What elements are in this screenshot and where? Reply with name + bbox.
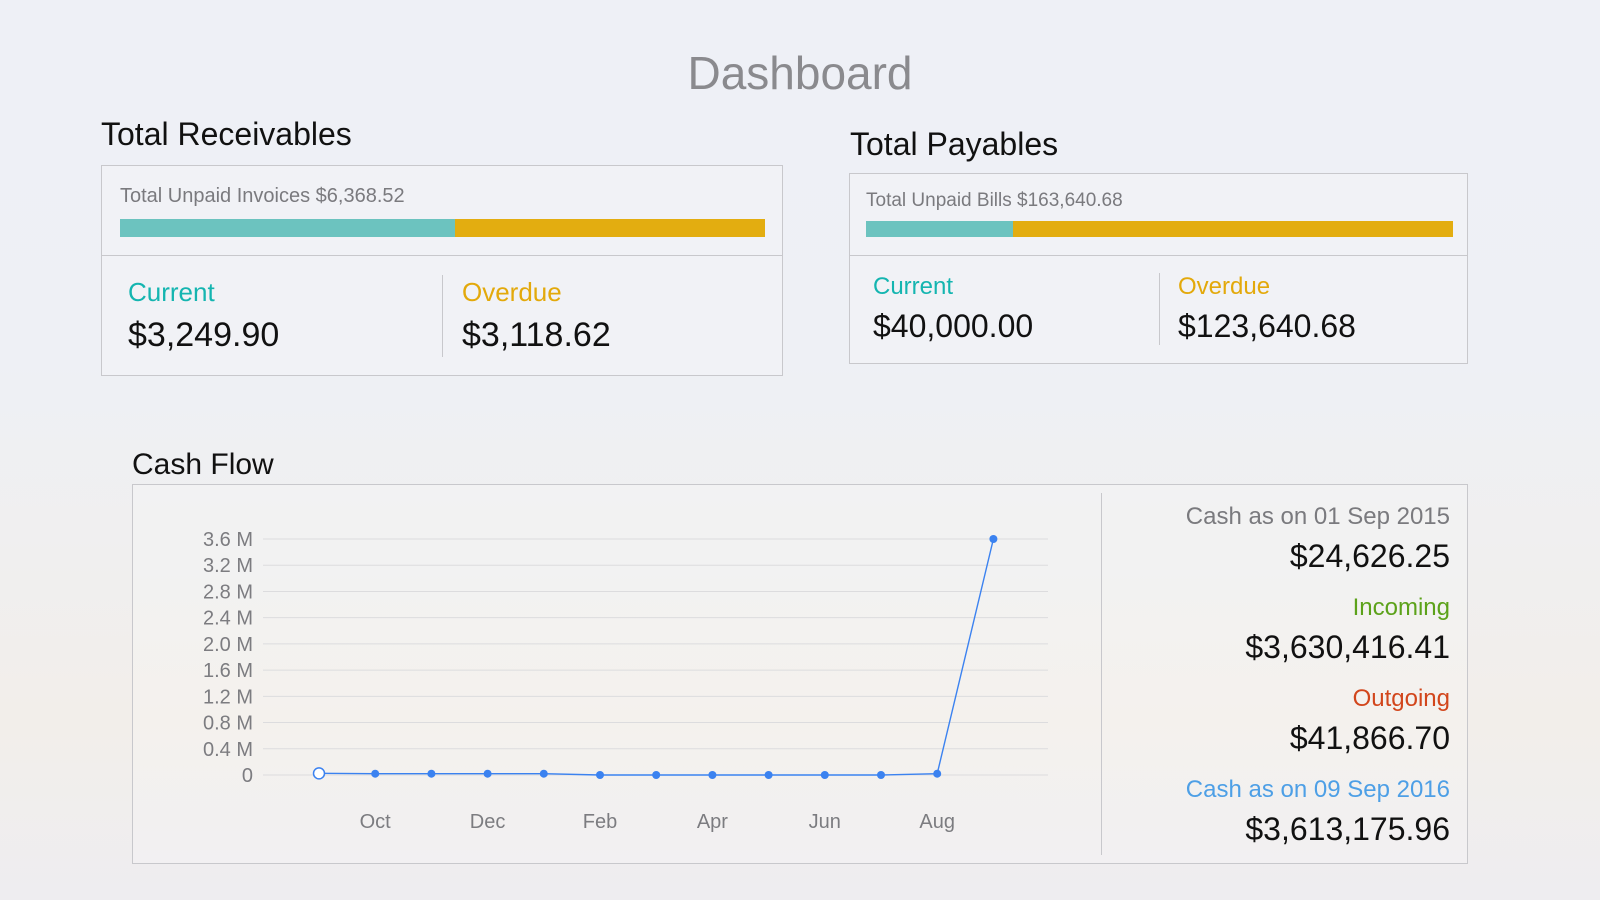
payables-overdue-value: $123,640.68 xyxy=(1178,308,1356,344)
cash-start-label: Cash as on 01 Sep 2015 xyxy=(1185,503,1450,530)
y-tick-label: 3.6 M xyxy=(203,529,253,551)
y-tick-label: 2.4 M xyxy=(203,608,253,630)
incoming-label: Incoming xyxy=(1352,594,1450,621)
payables-current-label: Current xyxy=(873,273,954,300)
cashflow-chart: 0 0.4 M 0.8 M 1.2 M 1.6 M 2.0 M 2.4 M 2.8 M 3.2 … xyxy=(203,529,1048,833)
x-tick-label: Oct xyxy=(360,811,392,833)
data-point xyxy=(989,535,998,543)
card-divider xyxy=(850,255,1467,256)
cashflow-series-line xyxy=(318,538,995,776)
cashflow-title: Cash Flow xyxy=(132,448,274,481)
x-tick-label: Aug xyxy=(919,811,955,833)
payables-current-value: $40,000.00 xyxy=(873,308,1034,344)
data-point xyxy=(708,771,717,779)
receivables-overdue-label: Overdue xyxy=(462,277,562,307)
data-point xyxy=(933,769,942,778)
y-tick-label: 3.2 M xyxy=(203,555,253,577)
receivables-bar-current xyxy=(120,219,456,237)
y-tick-label: 1.2 M xyxy=(203,686,253,708)
unpaid-bills-summary: Total Unpaid Bills $163,640.68 xyxy=(866,190,1123,211)
data-point xyxy=(312,767,326,780)
x-tick-label: Apr xyxy=(697,811,728,833)
payables-card[interactable]: Total Unpaid Bills $163,640.68 Current $… xyxy=(849,173,1468,364)
payables-title: Total Payables xyxy=(850,126,1059,162)
payables-overdue-label: Overdue xyxy=(1178,273,1271,300)
data-point xyxy=(820,771,829,779)
x-tick-label: Dec xyxy=(470,811,506,833)
data-point xyxy=(652,771,661,779)
receivables-bar xyxy=(120,219,765,237)
outgoing-value: $41,866.70 xyxy=(1289,720,1450,756)
data-point xyxy=(764,771,773,779)
payables-bar-current xyxy=(866,221,1013,237)
payables-bar xyxy=(866,221,1453,237)
payables-bar-overdue xyxy=(1012,221,1453,237)
y-tick-label: 0.8 M xyxy=(203,713,253,735)
data-point xyxy=(483,769,492,778)
x-tick-label: Feb xyxy=(583,811,617,833)
receivables-bar-overdue xyxy=(455,219,765,237)
receivables-overdue-value: $3,118.62 xyxy=(462,316,611,354)
receivables-title: Total Receivables xyxy=(101,116,352,152)
data-point xyxy=(371,769,380,778)
outgoing-label: Outgoing xyxy=(1352,685,1450,712)
card-divider xyxy=(1159,273,1160,345)
cash-start-value: $24,626.25 xyxy=(1289,538,1450,574)
y-tick-label: 0.4 M xyxy=(203,739,253,761)
incoming-value: $3,630,416.41 xyxy=(1245,629,1450,665)
receivables-current-value: $3,249.90 xyxy=(128,316,280,354)
cashflow-card: 0 0.4 M 0.8 M 1.2 M 1.6 M 2.0 M 2.4 M 2.8 M 3.2 … xyxy=(132,484,1468,864)
cash-summary: Cash as on 01 Sep 2015 $24,626.25 Incomi… xyxy=(1108,485,1450,863)
card-divider xyxy=(1101,493,1102,855)
data-point xyxy=(596,771,604,779)
receivables-current-label: Current xyxy=(128,277,215,307)
data-point xyxy=(427,769,436,778)
y-tick-label: 2.8 M xyxy=(203,581,253,603)
cash-end-label: Cash as on 09 Sep 2016 xyxy=(1185,776,1450,803)
y-tick-label: 2.0 M xyxy=(203,634,253,656)
y-tick-label: 1.6 M xyxy=(203,660,253,682)
page-title: Dashboard xyxy=(687,47,913,99)
card-divider xyxy=(442,275,443,357)
y-tick-label: 0 xyxy=(242,765,253,787)
unpaid-invoices-summary: Total Unpaid Invoices $6,368.52 xyxy=(120,185,405,207)
data-point xyxy=(539,769,548,778)
receivables-card[interactable]: Total Unpaid Invoices $6,368.52 Current … xyxy=(101,165,783,376)
data-point xyxy=(877,771,885,779)
card-divider xyxy=(102,255,782,256)
cash-end-value: $3,613,175.96 xyxy=(1245,811,1450,847)
x-tick-label: Jun xyxy=(809,811,841,833)
